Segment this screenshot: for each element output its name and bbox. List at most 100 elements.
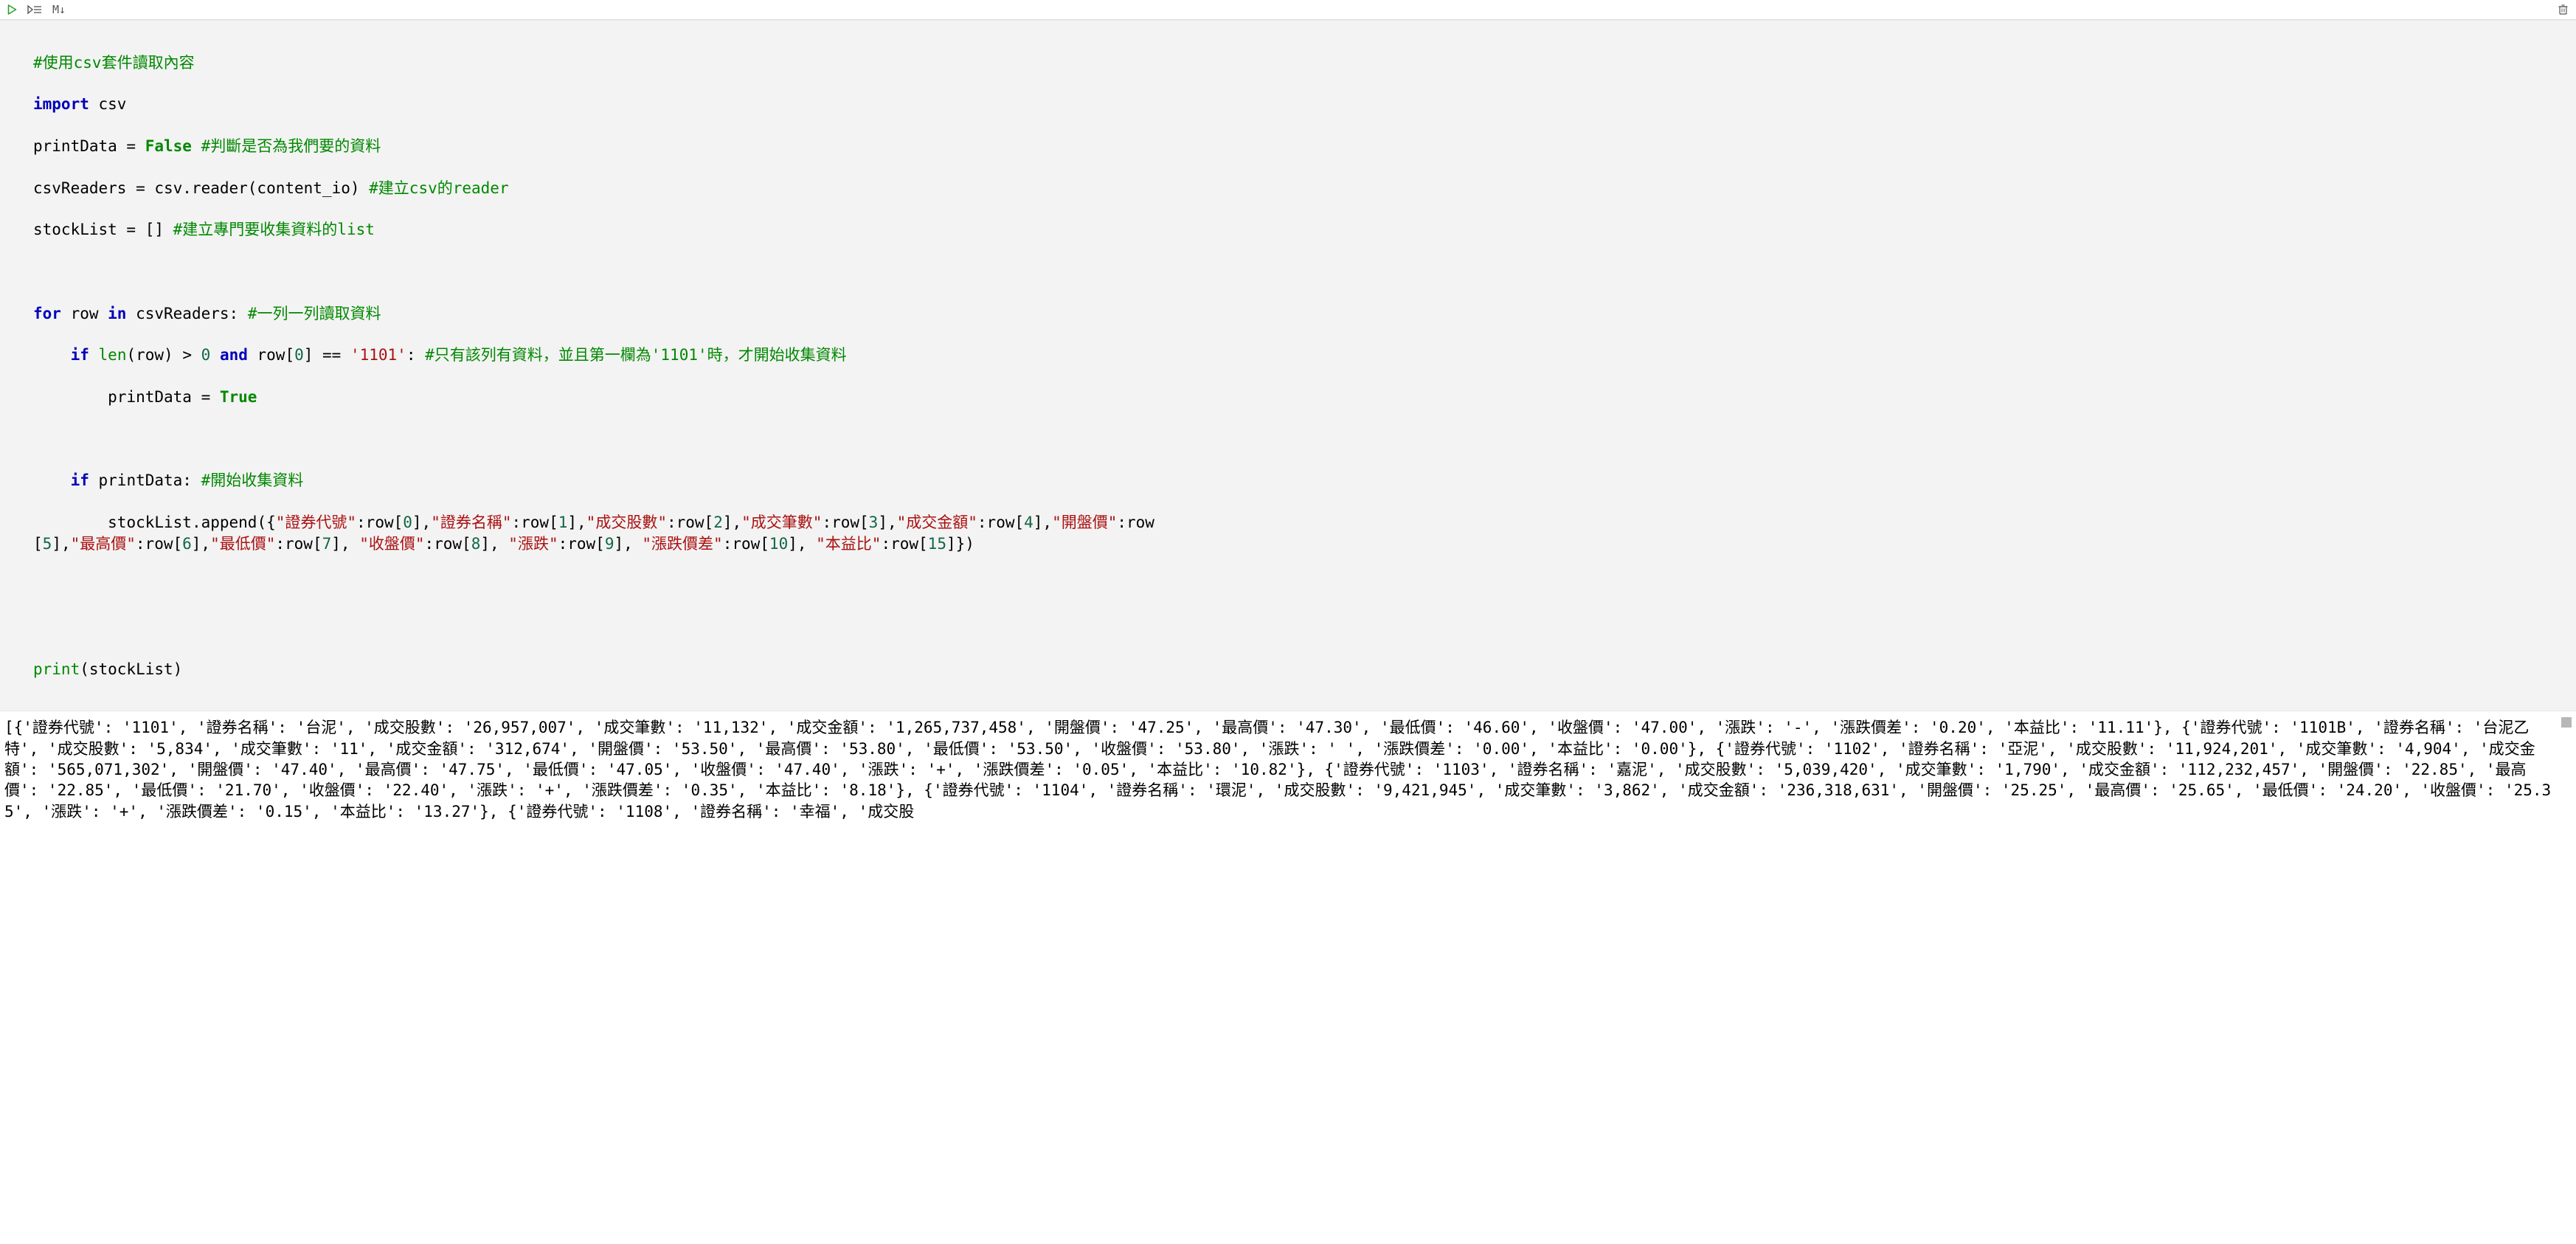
code-text: :row[ [275,535,322,553]
code-line: printData = True [33,387,2576,407]
code-text [210,346,220,364]
code-line [33,575,2576,595]
cell-toolbar: M↓ [0,0,2576,20]
code-text: ], [1033,514,1052,531]
code-line: csvReaders = csv.reader(content_io) #建立c… [33,178,2576,198]
number: 3 [869,514,879,531]
keyword: and [220,346,248,364]
code-text [192,137,201,155]
code-text: : [406,346,425,364]
code-line: printData = False #判斷是否為我們要的資料 [33,136,2576,156]
comment-text: #建立csv的reader [369,179,508,197]
keyword: in [108,305,126,322]
code-line [33,261,2576,282]
code-text: :row[ [356,514,403,531]
code-cell[interactable]: #使用csv套件讀取內容 import csv printData = Fals… [0,20,2576,711]
code-text: :row[ [512,514,558,531]
code-text: ]}) [946,535,974,553]
code-text: stockList.append({ [108,514,276,531]
string: "漲跌" [508,535,558,553]
string: "漲跌價差" [642,535,722,553]
code-text: printData = [33,137,145,155]
code-text: ], [878,514,896,531]
code-line: if printData: #開始收集資料 [33,470,2576,491]
string: "證券代號" [276,514,356,531]
number: 6 [182,535,192,553]
code-text: (row) > [126,346,201,364]
code-text: :row[ [558,535,605,553]
code-text: (stockList) [80,660,182,678]
code-text: row [61,305,108,322]
string: '1101' [350,346,406,364]
scrollbar-thumb[interactable] [2561,717,2572,728]
code-text: ], [723,514,741,531]
string: "成交股數" [586,514,667,531]
code-text: [ [33,535,43,553]
indent [33,388,108,406]
code-text: :row[ [424,535,471,553]
keyword: if [71,471,89,489]
number: 1 [558,514,568,531]
number: 0 [403,514,412,531]
number: 5 [43,535,52,553]
keyword: import [33,95,89,113]
keyword: for [33,305,61,322]
code-text: ], [567,514,586,531]
code-text [89,346,99,364]
code-text: :row[ [667,514,713,531]
comment-text: #開始收集資料 [201,471,304,489]
code-line: #使用csv套件讀取內容 [33,52,2576,73]
comment-text: #一列一列讀取資料 [248,305,381,322]
code-text: :row[ [822,514,868,531]
code-text: :row [1117,514,1154,531]
trash-icon [2558,4,2569,15]
number: 15 [928,535,946,553]
step-icon [27,4,42,15]
keyword: False [145,137,192,155]
code-text: ], [480,535,508,553]
string: "本益比" [816,535,881,553]
code-text: ], [614,535,642,553]
code-text: :row[ [136,535,182,553]
string: "收盤價" [359,535,424,553]
code-text: ] == [304,346,350,364]
code-line: if len(row) > 0 and row[0] == '1101': #只… [33,345,2576,365]
code-text: stockList = [] [33,221,173,238]
number: 2 [713,514,723,531]
string: "開盤價" [1052,514,1117,531]
code-text: :row[ [977,514,1024,531]
code-line: import csv [33,94,2576,114]
comment-text: #只有該列有資料，並且第一欄為'1101'時，才開始收集資料 [425,346,847,364]
code-line: print(stockList) [33,659,2576,680]
module-name: csv [89,95,127,113]
markdown-button[interactable]: M↓ [52,2,66,17]
code-text: ], [788,535,816,553]
run-by-line-button[interactable] [27,4,42,15]
string: "證券名稱" [431,514,511,531]
code-text: :row[ [881,535,927,553]
code-line: stockList.append({"證券代號":row[0],"證券名稱":r… [33,512,2576,554]
number: 8 [471,535,481,553]
keyword: if [71,346,89,364]
number: 0 [294,346,304,364]
cell-output: [{'證券代號': '1101', '證券名稱': '台泥', '成交股數': … [0,711,2576,828]
number: 0 [201,346,211,364]
toolbar-left: M↓ [7,2,66,17]
code-text: ], [52,535,70,553]
code-text: csvReaders = csv.reader(content_io) [33,179,369,197]
keyword: True [220,388,257,406]
play-icon [7,4,17,15]
code-text: ], [192,535,210,553]
code-line: for row in csvReaders: #一列一列讀取資料 [33,303,2576,324]
run-cell-button[interactable] [7,4,17,15]
comment-text: #使用csv套件讀取內容 [33,54,195,72]
code-text: csvReaders: [126,305,247,322]
code-line: stockList = [] #建立專門要收集資料的list [33,219,2576,240]
string: "成交筆數" [741,514,822,531]
code-text: row[ [248,346,294,364]
delete-cell-button[interactable] [2558,4,2569,15]
comment-text: #判斷是否為我們要的資料 [201,137,381,155]
number: 9 [605,535,614,553]
number: 4 [1024,514,1033,531]
number: 10 [769,535,788,553]
